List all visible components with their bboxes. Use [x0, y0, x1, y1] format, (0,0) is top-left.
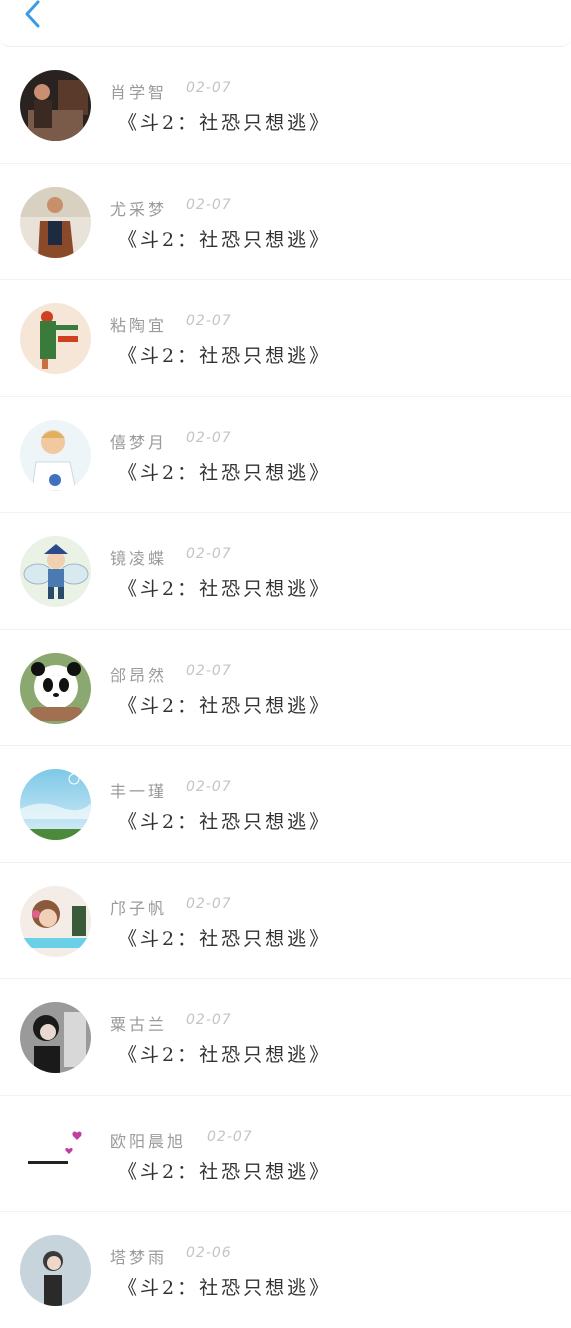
user-name: 僖梦月 [110, 432, 168, 452]
comment-text: 《斗2：社恐只想逃》 [118, 112, 332, 134]
comment-date: 02-06 [186, 1245, 232, 1261]
comment-date: 02-07 [186, 429, 232, 446]
avatar[interactable] [20, 1002, 91, 1073]
user-name: 粟古兰 [110, 1015, 168, 1034]
comment-list: 肖学智 02-07 《斗2：社恐只想逃》 尤采梦 02-07 《斗2：社恐只想逃… [0, 47, 571, 1328]
avatar[interactable] [20, 419, 91, 491]
comment-date: 02-07 [186, 80, 232, 96]
avatar[interactable] [20, 536, 91, 607]
avatar[interactable] [20, 652, 91, 724]
comment-text: 《斗2：社恐只想逃》 [118, 694, 332, 717]
comment-date: 02-07 [186, 313, 232, 329]
comment-text: 《斗2：社恐只想逃》 [118, 345, 332, 367]
list-item[interactable]: 僖梦月 02-07 《斗2：社恐只想逃》 [0, 397, 571, 513]
user-name: 肖学智 [110, 83, 168, 102]
comment-text: 《斗2：社恐只想逃》 [118, 228, 332, 251]
list-item[interactable]: 肖学智 02-07 《斗2：社恐只想逃》 [0, 47, 571, 164]
avatar[interactable] [20, 769, 91, 840]
user-name: 塔梦雨 [110, 1248, 168, 1267]
comment-date: 02-07 [186, 196, 232, 213]
back-button[interactable] [18, 0, 48, 30]
top-bar [0, 0, 571, 47]
list-item[interactable]: 镜凌蝶 02-07 《斗2：社恐只想逃》 [0, 513, 571, 630]
comment-text: 《斗2：社恐只想逃》 [118, 461, 332, 484]
list-item[interactable]: 粘陶宜 02-07 《斗2：社恐只想逃》 [0, 280, 571, 397]
comment-date: 02-07 [186, 895, 232, 912]
list-item[interactable]: 邝子帆 02-07 《斗2：社恐只想逃》 [0, 863, 571, 979]
avatar[interactable] [20, 885, 91, 957]
comment-text: 《斗2：社恐只想逃》 [118, 1044, 332, 1066]
list-item[interactable]: 塔梦雨 02-06 《斗2：社恐只想逃》 [0, 1212, 571, 1328]
comment-text: 《斗2：社恐只想逃》 [118, 811, 332, 833]
comment-text: 《斗2：社恐只想逃》 [118, 1277, 332, 1299]
user-name: 镜凌蝶 [110, 549, 168, 568]
comment-date: 02-07 [186, 1012, 232, 1028]
list-item[interactable]: 欧阳晨旭 02-07 《斗2：社恐只想逃》 [0, 1096, 571, 1212]
user-name: 欧阳晨旭 [110, 1131, 187, 1151]
comment-date: 02-07 [186, 779, 232, 795]
list-item[interactable]: 郃昂然 02-07 《斗2：社恐只想逃》 [0, 630, 571, 746]
user-name: 郃昂然 [110, 665, 168, 685]
comment-date: 02-07 [186, 546, 232, 562]
user-name: 丰一瑾 [110, 782, 168, 801]
chevron-left-icon [25, 0, 40, 28]
comment-text: 《斗2：社恐只想逃》 [118, 578, 332, 600]
comment-date: 02-07 [207, 1128, 253, 1145]
user-name: 邝子帆 [110, 898, 168, 918]
list-item[interactable]: 粟古兰 02-07 《斗2：社恐只想逃》 [0, 979, 571, 1096]
list-item[interactable]: 丰一瑾 02-07 《斗2：社恐只想逃》 [0, 746, 571, 863]
avatar[interactable] [20, 1235, 91, 1306]
comment-date: 02-07 [186, 662, 232, 679]
user-name: 尤采梦 [110, 199, 168, 219]
list-item[interactable]: 尤采梦 02-07 《斗2：社恐只想逃》 [0, 164, 571, 280]
avatar[interactable] [20, 186, 91, 258]
avatar[interactable] [20, 1118, 91, 1190]
comment-text: 《斗2：社恐只想逃》 [118, 927, 332, 950]
user-name: 粘陶宜 [110, 316, 168, 335]
avatar[interactable] [20, 303, 91, 374]
comment-text: 《斗2：社恐只想逃》 [118, 1160, 332, 1183]
avatar[interactable] [20, 70, 91, 141]
